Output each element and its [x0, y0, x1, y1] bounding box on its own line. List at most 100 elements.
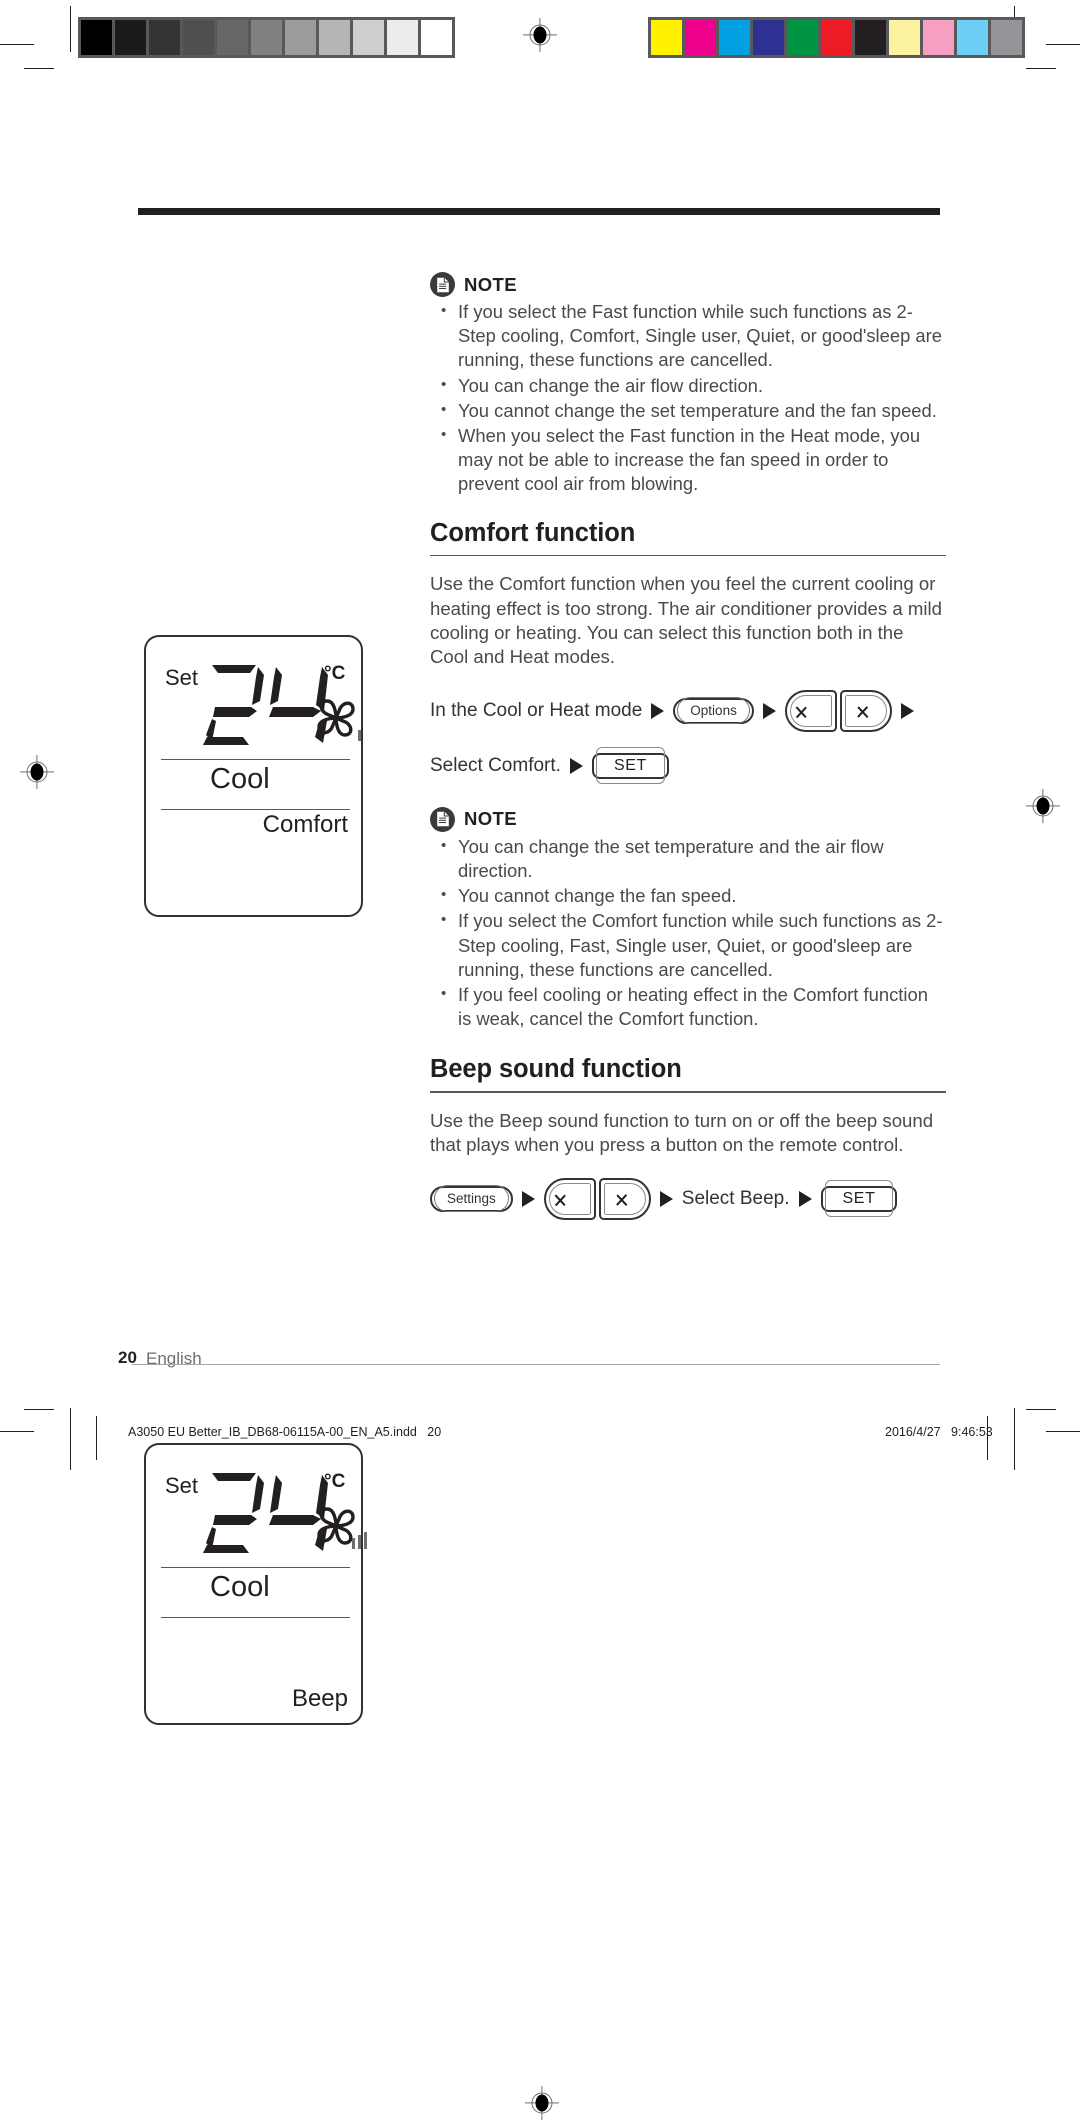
step-arrow-icon: [569, 758, 583, 775]
note-block-top: NOTE If you select the Fast function whi…: [430, 272, 946, 497]
page-number: 20: [118, 1348, 137, 1367]
comfort-step-lead-text: In the Cool or Heat mode: [430, 700, 643, 722]
calibration-swatch-6: [855, 20, 886, 55]
crop-tick-top-left: [0, 44, 34, 46]
note-bullet: If you feel cooling or heating effect in…: [430, 982, 946, 1031]
navigation-rocker: [784, 690, 892, 733]
trim-line-bottom-left: [96, 1416, 97, 1460]
calibration-swatch-10: [991, 20, 1022, 55]
beep-sound-function-section: Beep sound function Use the Beep sound f…: [430, 1055, 946, 1223]
calibration-swatch-0: [651, 20, 682, 55]
step-arrow-icon: [798, 1191, 812, 1208]
chevron-right-icon: [859, 701, 872, 722]
chevron-left-icon: [804, 701, 817, 722]
crop-line-bottom-right: [1014, 1408, 1015, 1470]
imprint-filename-text: A3050 EU Better_IB_DB68-06115A-00_EN_A5.…: [128, 1425, 417, 1439]
note-bullet: You cannot change the fan speed.: [430, 883, 946, 908]
page-top-rule: [138, 208, 940, 215]
beep-step-lead-text: Select Beep.: [681, 1188, 790, 1210]
comfort-function-section: Comfort function Use the Comfort functio…: [430, 519, 946, 791]
beep-step-row: Settings Select Beep. SET: [430, 1175, 946, 1224]
registration-mark-bottom-center: [525, 2086, 559, 2120]
calibration-swatch-5: [251, 20, 282, 55]
calibration-swatch-7: [889, 20, 920, 55]
crop-tick-upper-right: [1026, 68, 1056, 70]
section-divider: [430, 554, 946, 557]
footer-rule: [132, 1364, 940, 1365]
calibration-swatch-1: [115, 20, 146, 55]
fan-speed-bars: [358, 729, 362, 741]
calibration-swatch-4: [787, 20, 818, 55]
lcd-divider-upper: [161, 1567, 350, 1569]
remote-display-beep: Set °C Cool Beep: [144, 1443, 368, 1725]
beep-body-text: Use the Beep sound function to turn on o…: [430, 1110, 934, 1156]
settings-button-label: Settings: [434, 1185, 509, 1213]
imprint-timestamp: 2016/4/27 9:46:53: [885, 1425, 993, 1439]
calibration-swatch-3: [183, 20, 214, 55]
grayscale-calibration-bar: [78, 17, 455, 58]
lcd-set-label: Set: [165, 665, 199, 690]
set-button-label: SET: [595, 747, 665, 785]
settings-button[interactable]: Settings: [430, 1185, 513, 1213]
crop-tick-upper-left: [24, 68, 54, 70]
calibration-swatch-5: [821, 20, 852, 55]
step-arrow-icon: [521, 1191, 535, 1208]
left-arrow-button[interactable]: [543, 1178, 596, 1221]
crop-tick-bottom-left: [0, 1431, 34, 1433]
set-button[interactable]: SET: [591, 747, 669, 785]
left-arrow-button[interactable]: [784, 690, 837, 733]
calibration-swatch-7: [319, 20, 350, 55]
crop-line-bottom-left: [70, 1408, 71, 1470]
fan-speed-bars: [352, 1531, 368, 1549]
calibration-swatch-1: [685, 20, 716, 55]
page-language-label: English: [146, 1349, 202, 1368]
crop-tick-lower-right: [1026, 1409, 1056, 1411]
imprint-date: 2016/4/27: [885, 1425, 941, 1439]
comfort-body-text: Use the Comfort function when you feel t…: [430, 573, 942, 668]
registration-mark-top-center: [523, 18, 557, 52]
right-arrow-button[interactable]: [839, 690, 892, 733]
calibration-swatch-10: [421, 20, 452, 55]
calibration-swatch-6: [285, 20, 316, 55]
comfort-steps: In the Cool or Heat mode Options Select …: [430, 687, 946, 791]
calibration-swatch-9: [957, 20, 988, 55]
registration-mark-right: [1026, 789, 1060, 823]
comfort-step-row-1: In the Cool or Heat mode Options: [430, 687, 946, 736]
fan-pinwheel-icon: [312, 695, 362, 748]
registration-mark-left: [20, 755, 54, 789]
step-arrow-icon: [900, 703, 914, 720]
lcd-unit-label: °C: [324, 663, 346, 684]
lcd-feature-label: Comfort: [262, 811, 348, 838]
chevron-right-icon: [618, 1189, 631, 1210]
note-bullet: You can change the air flow direction.: [430, 373, 946, 398]
lcd-divider-lower: [161, 1617, 350, 1619]
calibration-swatch-4: [217, 20, 248, 55]
set-button[interactable]: SET: [820, 1180, 898, 1218]
options-button[interactable]: Options: [673, 697, 754, 725]
note-header: NOTE: [430, 272, 946, 297]
lcd-mode-label: Cool: [210, 763, 270, 795]
note-bullet-list: If you select the Fast function while su…: [430, 299, 946, 497]
lcd-feature-label: Beep: [291, 1685, 348, 1712]
section-divider: [430, 1091, 946, 1094]
right-arrow-button[interactable]: [598, 1178, 651, 1221]
note-bullet: If you select the Fast function while su…: [430, 299, 946, 373]
calibration-swatch-8: [353, 20, 384, 55]
main-content-column: NOTE If you select the Fast function whi…: [430, 272, 946, 1224]
section-heading-comfort: Comfort function: [430, 518, 636, 547]
chevron-left-icon: [563, 1189, 576, 1210]
comfort-step-row-2: Select Comfort. SET: [430, 742, 946, 791]
imprint-filename: A3050 EU Better_IB_DB68-06115A-00_EN_A5.…: [128, 1425, 441, 1439]
calibration-swatch-3: [753, 20, 784, 55]
imprint-page-number: 20: [427, 1425, 442, 1439]
document-note-icon: [430, 806, 455, 832]
note-bullet: You can change the set temperature and t…: [430, 834, 946, 883]
note-title: NOTE: [464, 273, 517, 295]
calibration-swatch-2: [719, 20, 750, 55]
beep-steps: Settings Select Beep. SET: [430, 1175, 946, 1224]
crop-tick-lower-left: [24, 1409, 54, 1411]
imprint-time: 9:46:53: [951, 1425, 993, 1439]
calibration-swatch-2: [149, 20, 180, 55]
step-arrow-icon: [762, 703, 776, 720]
note-title: NOTE: [464, 808, 517, 830]
